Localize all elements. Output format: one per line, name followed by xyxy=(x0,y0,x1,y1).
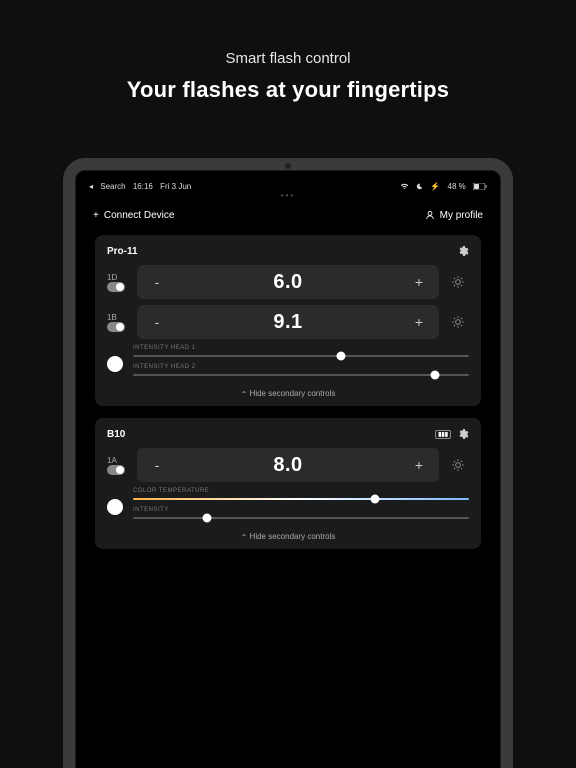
power-value: 6.0 xyxy=(177,271,399,294)
increase-button[interactable]: + xyxy=(399,274,439,290)
status-date: Fri 3 Jun xyxy=(160,182,191,191)
intensity-slider[interactable] xyxy=(133,514,469,522)
channel-id: 1A xyxy=(107,456,129,465)
device-name: Pro-11 xyxy=(107,246,138,257)
decrease-button[interactable]: - xyxy=(137,274,177,290)
model-light-icon[interactable] xyxy=(447,456,469,474)
decrease-button[interactable]: - xyxy=(137,314,177,330)
multitask-dots: ••• xyxy=(79,191,497,200)
intensity-slider[interactable] xyxy=(133,352,469,360)
battery-icon xyxy=(473,182,487,191)
channel-toggle[interactable] xyxy=(107,465,125,475)
power-stepper: - 6.0 + xyxy=(137,265,439,299)
channel-toggle[interactable] xyxy=(107,282,125,292)
model-light-icon[interactable] xyxy=(447,313,469,331)
model-light-icon[interactable] xyxy=(447,273,469,291)
back-label[interactable]: Search xyxy=(100,182,125,191)
secondary-toggle[interactable] xyxy=(107,356,123,372)
device-card-pro11: Pro-11 1D - 6.0 + xyxy=(95,235,481,406)
slider-label: INTENSITY HEAD 2 xyxy=(133,364,469,370)
channel-id: 1D xyxy=(107,273,129,282)
decrease-button[interactable]: - xyxy=(137,457,177,473)
increase-button[interactable]: + xyxy=(399,457,439,473)
gear-icon[interactable] xyxy=(457,428,469,440)
status-time: 16:16 xyxy=(133,182,153,191)
power-stepper: - 8.0 + xyxy=(137,448,439,482)
connect-device-label: Connect Device xyxy=(104,210,175,221)
back-icon[interactable]: ◂ xyxy=(89,182,93,191)
device-card-b10: B10 ▮▮▮ 1A - 8.0 xyxy=(95,418,481,549)
hero-subtitle: Smart flash control xyxy=(0,50,576,67)
my-profile-button[interactable]: My profile xyxy=(425,210,483,221)
tablet-frame: ◂ Search 16:16 Fri 3 Jun ⚡ 48 % xyxy=(63,158,513,768)
my-profile-label: My profile xyxy=(440,210,483,221)
wifi-icon xyxy=(400,182,411,191)
secondary-toggle[interactable] xyxy=(107,499,123,515)
dnd-icon xyxy=(416,182,425,191)
hide-secondary-button[interactable]: Hide secondary controls xyxy=(107,389,469,398)
channel-id: 1B xyxy=(107,313,129,322)
hide-secondary-button[interactable]: Hide secondary controls xyxy=(107,532,469,541)
power-stepper: - 9.1 + xyxy=(137,305,439,339)
power-value: 8.0 xyxy=(177,454,399,477)
plus-icon: + xyxy=(93,210,99,221)
device-name: B10 xyxy=(107,429,125,440)
channel-toggle[interactable] xyxy=(107,322,125,332)
hero-title: Your flashes at your fingertips xyxy=(0,77,576,103)
gear-icon[interactable] xyxy=(457,245,469,257)
user-icon xyxy=(425,210,435,221)
slider-label: COLOR TEMPERATURE xyxy=(133,488,469,494)
connect-device-button[interactable]: + Connect Device xyxy=(93,210,174,221)
app-screen: ◂ Search 16:16 Fri 3 Jun ⚡ 48 % xyxy=(79,178,497,768)
increase-button[interactable]: + xyxy=(399,314,439,330)
intensity-slider[interactable] xyxy=(133,371,469,379)
charge-icon: ⚡ xyxy=(430,182,440,191)
slider-label: INTENSITY xyxy=(133,507,469,513)
power-value: 9.1 xyxy=(177,311,399,334)
battery-badge-icon: ▮▮▮ xyxy=(435,430,451,439)
slider-label: INTENSITY HEAD 1 xyxy=(133,345,469,351)
color-temp-slider[interactable] xyxy=(133,495,469,503)
battery-pct: 48 % xyxy=(448,182,466,191)
